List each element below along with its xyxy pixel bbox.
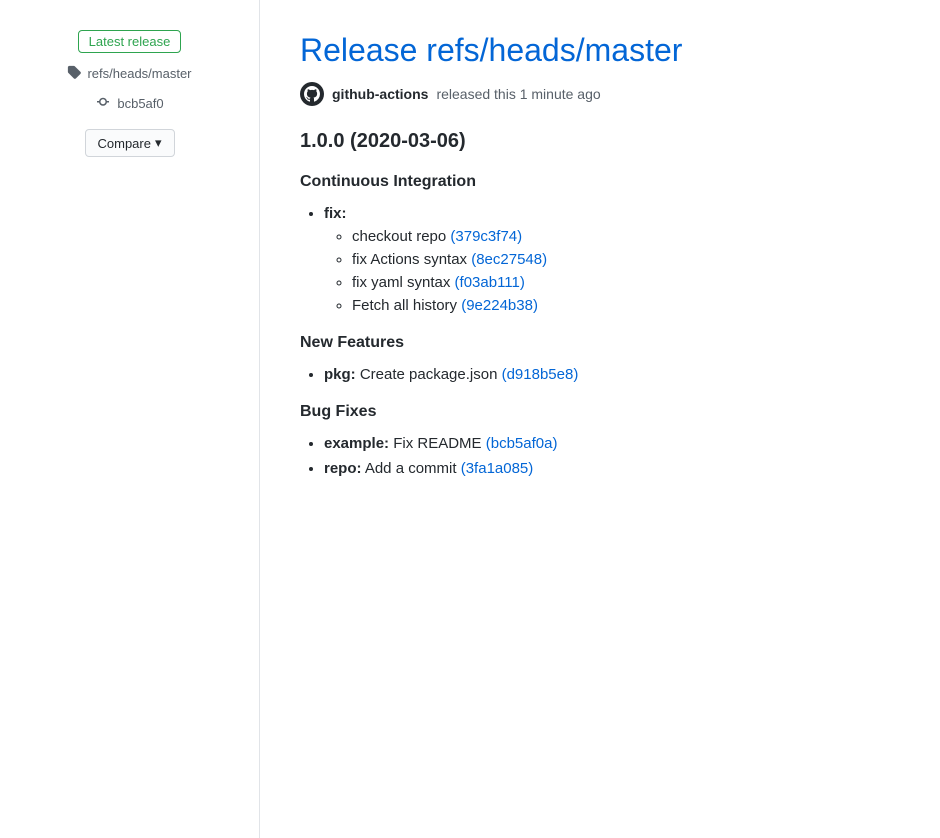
release-version: 1.0.0 (2020-03-06) <box>300 130 900 153</box>
list-item: fix Actions syntax (8ec27548) <box>352 251 900 268</box>
commit-link-379c3f74[interactable]: (379c3f74) <box>450 228 522 245</box>
release-title: Release refs/heads/master <box>300 30 900 70</box>
section-heading-new-features: New Features <box>300 334 900 352</box>
meta-text: released this 1 minute ago <box>436 86 600 102</box>
chevron-down-icon: ▾ <box>155 135 162 151</box>
section-bug-fixes: Bug Fixes example: Fix README (bcb5af0a)… <box>300 403 900 477</box>
section-heading-ci: Continuous Integration <box>300 173 900 191</box>
pkg-label: pkg: <box>324 366 356 383</box>
new-features-list: pkg: Create package.json (d918b5e8) <box>300 366 900 383</box>
avatar <box>300 82 324 106</box>
commit-hash: bcb5af0 <box>117 96 163 111</box>
section-heading-bug-fixes: Bug Fixes <box>300 403 900 421</box>
list-item-pkg: pkg: Create package.json (d918b5e8) <box>324 366 900 383</box>
list-item: fix yaml syntax (f03ab111) <box>352 274 900 291</box>
commit-link-bcb5af0a[interactable]: (bcb5af0a) <box>486 435 558 452</box>
sidebar: Latest release refs/heads/master bcb5af0… <box>0 0 260 838</box>
commit-link-8ec27548[interactable]: (8ec27548) <box>471 251 547 268</box>
fix-sub-list: checkout repo (379c3f74) fix Actions syn… <box>324 228 900 314</box>
repo-label: repo: <box>324 460 362 477</box>
section-new-features: New Features pkg: Create package.json (d… <box>300 334 900 383</box>
branch-label: refs/heads/master <box>87 66 191 81</box>
commit-link-3fa1a085[interactable]: (3fa1a085) <box>461 460 534 477</box>
compare-button[interactable]: Compare ▾ <box>85 129 175 157</box>
compare-label: Compare <box>98 136 151 151</box>
ci-list: fix: checkout repo (379c3f74) fix Action… <box>300 205 900 314</box>
list-item-example: example: Fix README (bcb5af0a) <box>324 435 900 452</box>
latest-release-badge: Latest release <box>78 30 182 53</box>
example-label: example: <box>324 435 389 452</box>
sidebar-branch: refs/heads/master <box>67 65 191 82</box>
section-ci: Continuous Integration fix: checkout rep… <box>300 173 900 314</box>
list-item: Fetch all history (9e224b38) <box>352 297 900 314</box>
main-content: Release refs/heads/master github-actions… <box>260 0 940 838</box>
release-meta: github-actions released this 1 minute ag… <box>300 82 900 106</box>
list-item: checkout repo (379c3f74) <box>352 228 900 245</box>
sidebar-commit: bcb5af0 <box>95 94 163 113</box>
bug-fixes-list: example: Fix README (bcb5af0a) repo: Add… <box>300 435 900 477</box>
commit-link-f03ab111[interactable]: (f03ab111) <box>455 274 525 291</box>
list-item-repo: repo: Add a commit (3fa1a085) <box>324 460 900 477</box>
commit-link-9e224b38[interactable]: (9e224b38) <box>461 297 538 314</box>
fix-label: fix: <box>324 205 347 222</box>
tag-icon <box>67 65 81 82</box>
actor-name: github-actions <box>332 86 428 102</box>
list-item-fix: fix: checkout repo (379c3f74) fix Action… <box>324 205 900 314</box>
commit-link-d918b5e8[interactable]: (d918b5e8) <box>502 366 579 383</box>
commit-dot-icon <box>95 94 111 113</box>
